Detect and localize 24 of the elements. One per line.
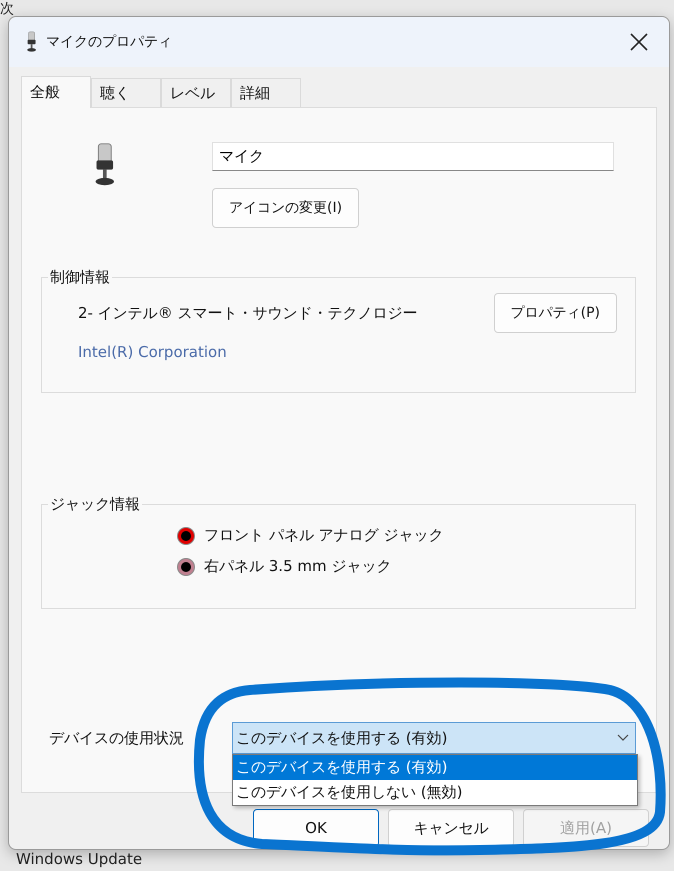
background-text: 次 — [0, 0, 14, 18]
usage-dropdown[interactable]: このデバイスを使用する (有効) — [232, 722, 636, 754]
jack-label: 右パネル 3.5 mm ジャック — [204, 557, 392, 576]
tab[interactable]: レベル — [161, 78, 231, 107]
properties-button[interactable]: プロパティ(P) — [494, 293, 617, 333]
controller-name: 2- インテル® スマート・サウンド・テクノロジー — [78, 304, 418, 322]
vendor-name: Intel(R) Corporation — [78, 343, 228, 361]
tab[interactable]: 聴く — [91, 78, 161, 107]
chevron-down-icon — [617, 734, 629, 742]
tab[interactable]: 全般 — [21, 76, 91, 108]
name-field[interactable]: マイク — [212, 142, 614, 171]
microphone-icon — [25, 31, 38, 53]
window-title: マイクのプロパティ — [46, 33, 174, 51]
background-text: Windows Update — [16, 850, 142, 868]
usage-label: デバイスの使用状況 — [48, 728, 185, 748]
dialog-button[interactable]: キャンセル — [388, 809, 514, 847]
group-title: ジャック情報 — [49, 495, 141, 514]
close-icon — [630, 33, 648, 51]
group-title: 制御情報 — [49, 268, 111, 287]
tab[interactable]: 詳細 — [231, 78, 301, 107]
jack-label: フロント パネル アナログ ジャック — [204, 526, 444, 545]
dropdown-option[interactable]: このデバイスを使用しない (無効) — [233, 780, 637, 805]
dropdown-option[interactable]: このデバイスを使用する (有効) — [233, 755, 637, 780]
change-icon-button[interactable]: アイコンの変更(I) — [212, 188, 360, 228]
